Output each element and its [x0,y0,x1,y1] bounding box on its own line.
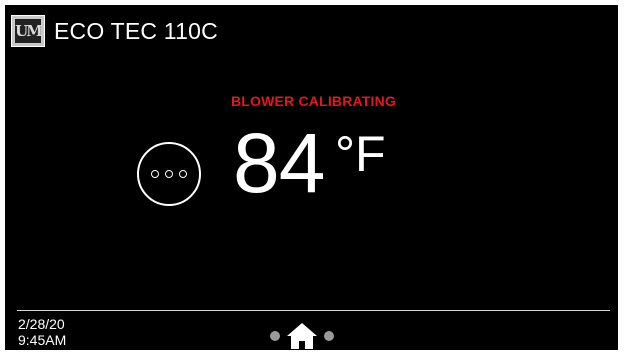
device-title: ECO TEC 110C [54,17,218,44]
time-text: 9:45AM [18,332,67,348]
temperature-value: 84 [233,116,325,210]
more-options-button[interactable] [137,142,201,206]
thermostat-screen: UM ECO TEC 110C BLOWER CALIBRATING 84 °F… [5,5,618,350]
status-message: BLOWER CALIBRATING [230,93,397,109]
page-dot-right[interactable] [324,331,334,341]
brand-logo-text: UM [15,19,43,43]
home-icon[interactable] [286,322,318,350]
header: UM ECO TEC 110C [11,15,218,47]
page-navigation [270,322,334,350]
footer-divider [17,310,610,311]
more-dot-icon [151,170,159,178]
page-dot-left[interactable] [270,331,280,341]
more-dot-icon [165,170,173,178]
brand-logo: UM [11,15,45,47]
temperature-unit: °F [335,126,386,182]
datetime: 2/28/20 9:45AM [18,316,66,348]
more-dot-icon [179,170,187,178]
date-text: 2/28/20 [18,316,65,332]
